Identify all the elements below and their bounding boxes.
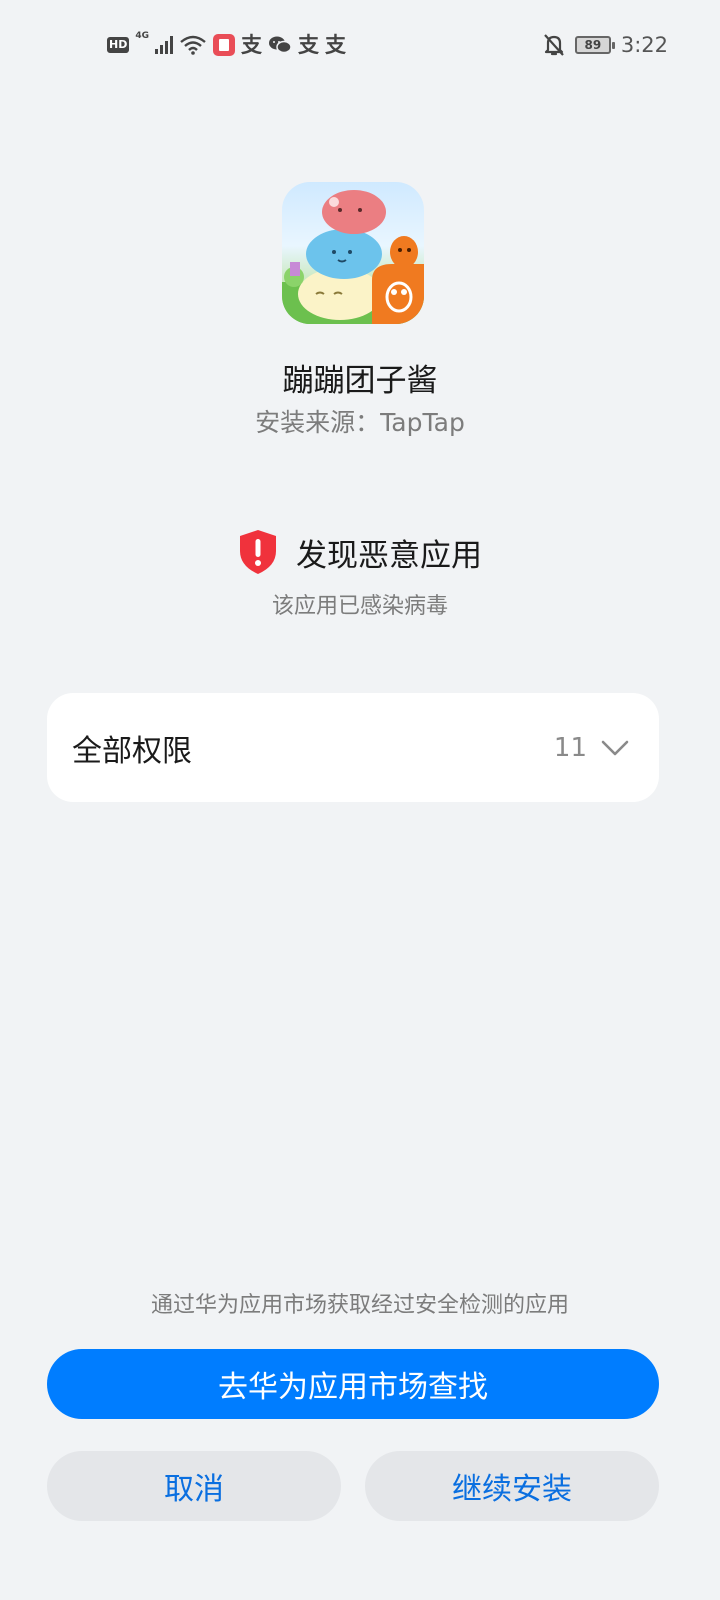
permissions-summary: 11 (554, 733, 629, 763)
wifi-icon (180, 35, 206, 55)
warning-title: 发现恶意应用 (296, 537, 482, 574)
cancel-button[interactable]: 取消 (47, 1451, 341, 1521)
chevron-down-icon (601, 740, 629, 755)
shield-alert-icon (240, 530, 276, 574)
alipay-notification-icon: 支 (241, 33, 262, 57)
alipay-notification-icon: 支 (298, 33, 319, 57)
warning-subtitle: 该应用已感染病毒 (271, 594, 448, 619)
signal-strength-icon (155, 36, 173, 54)
battery-icon: 89 (574, 36, 615, 54)
market-hint: 通过华为应用市场获取经过安全检测的应用 (150, 1293, 569, 1318)
app-icon (282, 182, 424, 324)
continue-install-button[interactable]: 继续安装 (365, 1451, 659, 1521)
clock: 3:22 (620, 33, 668, 57)
install-source: 安装来源：TapTap (255, 408, 465, 437)
all-permissions-row[interactable]: 全部权限 11 (47, 693, 659, 802)
find-in-appgallery-button[interactable]: 去华为应用市场查找 (47, 1349, 659, 1419)
bell-muted-icon (544, 34, 564, 56)
malware-warning: 发现恶意应用 (0, 527, 720, 577)
app-icon-artwork (282, 190, 424, 324)
wechat-notification-icon (269, 36, 292, 54)
status-bar: HD 4G 支 支 支 89 3:22 (0, 0, 720, 90)
status-bar-right: 89 3:22 (543, 33, 668, 57)
alipay-notification-icon: 支 (325, 33, 346, 57)
app-name: 蹦蹦团子酱 (282, 363, 438, 399)
book-app-notification-icon (213, 34, 235, 56)
network-type-label: 4G (135, 31, 149, 41)
permissions-count: 11 (553, 732, 587, 763)
permissions-label: 全部权限 (72, 733, 192, 769)
hd-voice-icon: HD (107, 37, 130, 53)
install-warning-screen: HD 4G 支 支 支 89 3:22 蹦蹦团子酱 安装来源：TapTap 发现… (0, 0, 720, 1600)
status-bar-left: HD 4G 支 支 支 (107, 31, 346, 57)
